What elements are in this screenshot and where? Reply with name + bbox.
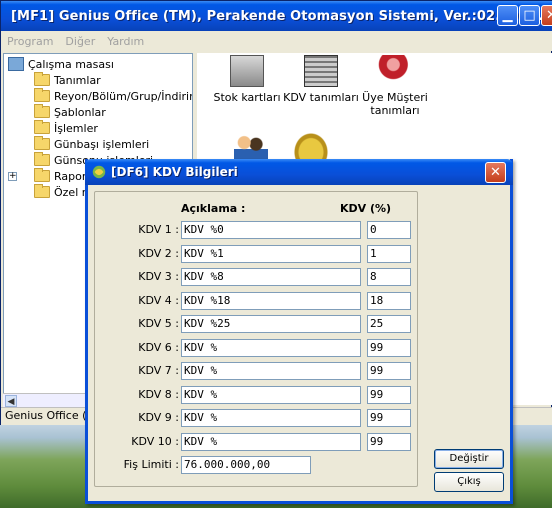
kdv-description-field[interactable]: KDV %0 [181,221,361,239]
folder-icon [34,88,50,102]
tree-item-raporlar[interactable]: + Raporla [8,168,96,184]
menu-bar: Program Diğer Yardım [1,31,552,51]
tree-root-label: Çalışma masası [28,57,114,71]
folder-icon [34,104,50,118]
kdv-rate-field[interactable]: 99 [367,433,411,451]
tree-item-label: İşlemler [54,121,98,135]
kdv-row-label: KDV 8 : [138,388,179,401]
dialog-close-button[interactable]: ✕ [485,162,506,183]
kdv-rate-field[interactable]: 99 [367,362,411,380]
kdv-rate-field[interactable]: 0 [367,221,411,239]
kdv-rate-field[interactable]: 18 [367,292,411,310]
header-description: Açıklama : [181,202,246,215]
kdv-row-label: KDV 6 : [138,341,179,354]
folder-icon [34,72,50,86]
minimize-icon: ▁ [502,8,513,23]
menu-diger[interactable]: Diğer [65,35,95,48]
tree-item-ozel[interactable]: Özel m [34,184,92,200]
folder-icon [34,168,50,182]
stock-cards-icon [230,55,264,87]
tree-root[interactable]: Çalışma masası [8,56,114,72]
tile-uye-musteri[interactable]: Üye Müşteri tanımları [355,55,435,117]
tree-item-reyon[interactable]: Reyon/Bölüm/Grup/İndirim t [34,88,193,104]
desktop-folder-icon [8,57,24,71]
change-button[interactable]: Değiştir [434,449,504,469]
kdv-description-field[interactable]: KDV % [181,362,361,380]
kdv-rate-field[interactable]: 1 [367,245,411,263]
menu-program[interactable]: Program [7,35,53,48]
tile-kdv-tanimlari[interactable]: KDV tanımları [281,55,361,104]
kdv-row-label: KDV 5 : [138,317,179,330]
tree-item-tanimlar[interactable]: Tanımlar [34,72,101,88]
close-button[interactable]: ✕ [541,5,552,26]
kdv-definitions-icon [304,55,338,87]
dialog-title: [DF6] KDV Bilgileri [111,165,238,179]
menu-yardim[interactable]: Yardım [107,35,144,48]
kdv-description-field[interactable]: KDV % [181,409,361,427]
genius-app-icon [92,165,106,179]
kdv-description-field[interactable]: KDV % [181,433,361,451]
tree-item-label: Şablonlar [54,105,106,119]
folder-icon [34,136,50,150]
kdv-description-field[interactable]: KDV %1 [181,245,361,263]
folder-icon [34,120,50,134]
maximize-button[interactable]: □ [519,5,540,26]
tree-item-label: Tanımlar [54,73,101,87]
kdv-rate-field[interactable]: 25 [367,315,411,333]
kdv-row-label: KDV 3 : [138,270,179,283]
kdv-description-field[interactable]: KDV %25 [181,315,361,333]
folder-icon [34,152,50,166]
kdv-dialog: [DF6] KDV Bilgileri ✕ Açıklama : KDV (%)… [85,159,513,504]
kdv-row-label: KDV 1 : [138,223,179,236]
scroll-left-icon[interactable]: ◀ [5,395,17,407]
minimize-button[interactable]: ▁ [497,5,518,26]
tile-stok-kartlari[interactable]: Stok kartları [207,55,287,104]
main-titlebar[interactable]: [MF1] Genius Office (TM), Perakende Otom… [1,1,552,31]
member-customer-icon [378,55,412,87]
tree-item-label: Günbaşı işlemleri [54,137,150,151]
exit-button[interactable]: Çıkış [434,472,504,492]
kdv-description-field[interactable]: KDV %18 [181,292,361,310]
kdv-row-label: KDV 10 : [131,435,179,448]
close-icon: ✕ [546,8,552,23]
kdv-row-label: KDV 7 : [138,364,179,377]
dialog-titlebar[interactable]: [DF6] KDV Bilgileri ✕ [85,159,513,185]
kdv-description-field[interactable]: KDV %8 [181,268,361,286]
tree-item-gunbasi[interactable]: Günbaşı işlemleri [34,136,149,152]
tile-label: KDV tanımları [283,91,359,104]
kdv-row-label: KDV 9 : [138,411,179,424]
kdv-groupbox: Açıklama : KDV (%) KDV 1 : KDV %0 0 KDV 2 :… [94,191,418,487]
kdv-description-field[interactable]: KDV % [181,339,361,357]
fis-limit-field[interactable]: 76.000.000,00 [181,456,311,474]
header-kdv-rate: KDV (%) [340,202,392,215]
kdv-rate-field[interactable]: 8 [367,268,411,286]
main-window-title: [MF1] Genius Office (TM), Perakende Otom… [11,8,552,24]
kdv-description-field[interactable]: KDV % [181,386,361,404]
kdv-row-label: KDV 2 : [138,247,179,260]
fis-limit-label: Fiş Limiti : [123,458,179,471]
maximize-icon: □ [523,8,536,23]
tree-item-label: Reyon/Bölüm/Grup/İndirim t [54,89,193,103]
tile-label: Stok kartları [213,91,281,104]
kdv-row-label: KDV 4 : [138,294,179,307]
kdv-rate-field[interactable]: 99 [367,409,411,427]
kdv-rate-field[interactable]: 99 [367,339,411,357]
folder-icon [34,184,50,198]
tree-item-sablonlar[interactable]: Şablonlar [34,104,106,120]
tile-label: Üye Müşteri tanımları [362,91,428,117]
tree-item-islemler[interactable]: İşlemler [34,120,98,136]
kdv-rate-field[interactable]: 99 [367,386,411,404]
expand-icon[interactable]: + [8,171,17,181]
